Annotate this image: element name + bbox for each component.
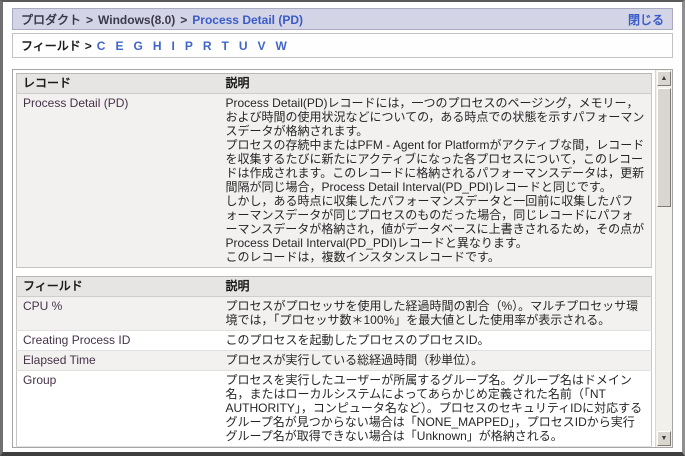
- breadcrumb: プロダクト > Windows(8.0) > Process Detail (PD) 閉…: [12, 8, 673, 30]
- content-pane: レコード 説明 Process Detail (PD)Process Detai…: [12, 69, 673, 448]
- tables-area: レコード 説明 Process Detail (PD)Process Detai…: [13, 70, 655, 447]
- field-description: プロセスを実行したユーザーが所属するグループ名。グループ名はドメイン名，またはロ…: [220, 371, 652, 447]
- field-name: Group: [17, 371, 220, 447]
- field-description: このプロセスを起動したプロセスのプロセスID。: [220, 331, 652, 351]
- breadcrumb-item: Windows(8.0): [98, 13, 175, 27]
- field-table-row: CPU %プロセスがプロセッサを使用した経過時間の割合（%）。マルチプロセッサ環…: [17, 297, 652, 331]
- field-table-header-field: フィールド: [17, 277, 220, 297]
- field-letter-link-v[interactable]: V: [258, 39, 266, 53]
- close-link[interactable]: 閉じる: [628, 11, 664, 28]
- field-description: プロセスがプロセッサを使用した経過時間の割合（%）。マルチプロセッサ環境では，「…: [220, 297, 652, 331]
- field-letter-link-r[interactable]: R: [203, 39, 212, 53]
- breadcrumb-items: プロダクト > Windows(8.0) > Process Detail (PD): [21, 11, 303, 28]
- field-table-header-row: フィールド 説明: [17, 277, 652, 297]
- breadcrumb-separator: >: [86, 13, 93, 27]
- field-nav-label: フィールド: [21, 37, 81, 54]
- breadcrumb-separator: >: [180, 13, 187, 27]
- field-letter-link-p[interactable]: P: [185, 39, 193, 53]
- field-table-row: Handle Countプロセスによってオープンしているハンドル数。: [17, 447, 652, 448]
- record-description-paragraph: しかし，ある時点に収集したパフォーマンスデータと一回前に収集したパフォーマンスデ…: [226, 194, 646, 250]
- field-letter-link-g[interactable]: G: [133, 39, 142, 53]
- breadcrumb-item: プロダクト: [21, 13, 81, 27]
- record-table-header-description: 説明: [220, 74, 652, 94]
- record-table-row: Process Detail (PD)Process Detail(PD)レコー…: [17, 94, 652, 268]
- manual-window: プロダクト > Windows(8.0) > Process Detail (PD) 閉…: [0, 0, 685, 456]
- field-name: Handle Count: [17, 447, 220, 448]
- field-table-header-description: 説明: [220, 277, 652, 297]
- field-letter-link-t[interactable]: T: [222, 39, 229, 53]
- field-description: プロセスによってオープンしているハンドル数。: [220, 447, 652, 448]
- record-description: Process Detail(PD)レコードには，一つのプロセスのページング，メ…: [220, 94, 652, 268]
- record-name: Process Detail (PD): [17, 94, 220, 268]
- field-letter-links: CEGHIPRTUVW: [97, 39, 297, 53]
- field-description: プロセスが実行している総経過時間（秒単位）。: [220, 351, 652, 371]
- vertical-scrollbar[interactable]: ▲ ▼: [655, 70, 672, 447]
- record-description-paragraph: Process Detail(PD)レコードには，一つのプロセスのページング，メ…: [226, 96, 646, 138]
- field-letter-link-h[interactable]: H: [153, 39, 162, 53]
- field-letter-link-i[interactable]: I: [171, 39, 174, 53]
- field-letter-link-u[interactable]: U: [239, 39, 248, 53]
- field-letter-link-c[interactable]: C: [97, 39, 106, 53]
- field-table: フィールド 説明 CPU %プロセスがプロセッサを使用した経過時間の割合（%）。…: [16, 276, 652, 447]
- record-description-paragraph: このレコードは，複数インスタンスレコードです。: [226, 250, 646, 264]
- scroll-down-button[interactable]: ▼: [657, 431, 671, 446]
- record-description-paragraph: プロセスの存続中またはPFM - Agent for Platformがアクティ…: [226, 138, 646, 194]
- scrollbar-thumb[interactable]: [657, 88, 671, 207]
- field-nav-bar: フィールド > CEGHIPRTUVW: [12, 33, 673, 58]
- field-table-row: Groupプロセスを実行したユーザーが所属するグループ名。グループ名はドメイン名…: [17, 371, 652, 447]
- record-table: レコード 説明 Process Detail (PD)Process Detai…: [16, 73, 652, 268]
- field-letter-link-w[interactable]: W: [276, 39, 287, 53]
- field-name: Creating Process ID: [17, 331, 220, 351]
- field-name: CPU %: [17, 297, 220, 331]
- scroll-up-button[interactable]: ▲: [657, 71, 671, 86]
- breadcrumb-item[interactable]: Process Detail (PD): [192, 13, 303, 27]
- field-name: Elapsed Time: [17, 351, 220, 371]
- field-letter-link-e[interactable]: E: [115, 39, 123, 53]
- field-table-row: Creating Process IDこのプロセスを起動したプロセスのプロセスI…: [17, 331, 652, 351]
- field-table-row: Elapsed Timeプロセスが実行している総経過時間（秒単位）。: [17, 351, 652, 371]
- field-nav-separator: >: [85, 39, 92, 53]
- record-table-header-row: レコード 説明: [17, 74, 652, 94]
- record-table-header-record: レコード: [17, 74, 220, 94]
